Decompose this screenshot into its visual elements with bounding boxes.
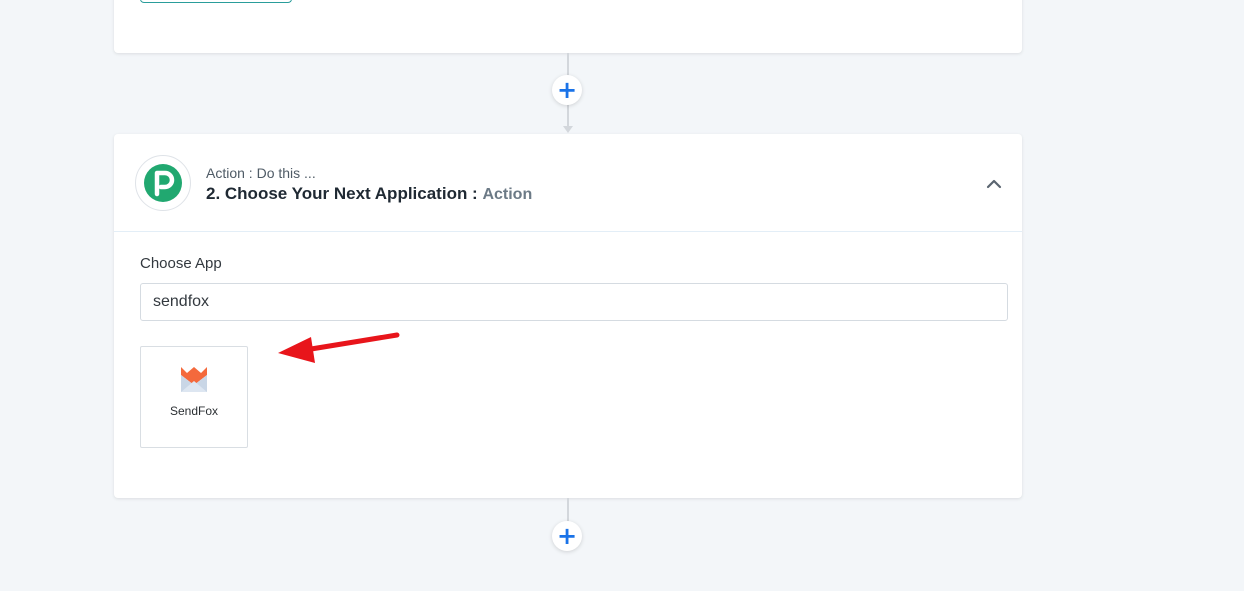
choose-app-label: Choose App [140, 255, 222, 272]
sendfox-icon [181, 367, 207, 392]
connector-line [567, 53, 569, 75]
pabbly-logo-icon [135, 155, 191, 211]
add-step-button[interactable]: + [552, 75, 582, 105]
app-search-input[interactable] [140, 283, 1008, 321]
app-tile-sendfox[interactable]: SendFox [140, 346, 248, 448]
connector-line [567, 498, 569, 521]
previous-step-button[interactable] [140, 0, 292, 3]
previous-step-card [114, 0, 1022, 53]
plus-icon: + [556, 76, 578, 104]
add-step-button[interactable]: + [552, 521, 582, 551]
step-header[interactable]: Action : Do this ... 2. Choose Your Next… [114, 134, 1022, 232]
chevron-up-icon[interactable] [982, 172, 1006, 196]
red-arrow-icon [278, 332, 400, 363]
plus-icon: + [556, 522, 578, 550]
connector-line [567, 105, 569, 127]
app-tile-label: SendFox [169, 404, 219, 418]
step-title-text: 2. Choose Your Next Application : [206, 184, 478, 203]
step-subtitle: Action : Do this ... [206, 165, 316, 181]
connector-arrow [563, 126, 573, 133]
step-title: 2. Choose Your Next Application : Action [206, 184, 532, 204]
step-type: Action [482, 186, 533, 203]
action-step-card: Action : Do this ... 2. Choose Your Next… [114, 134, 1022, 498]
